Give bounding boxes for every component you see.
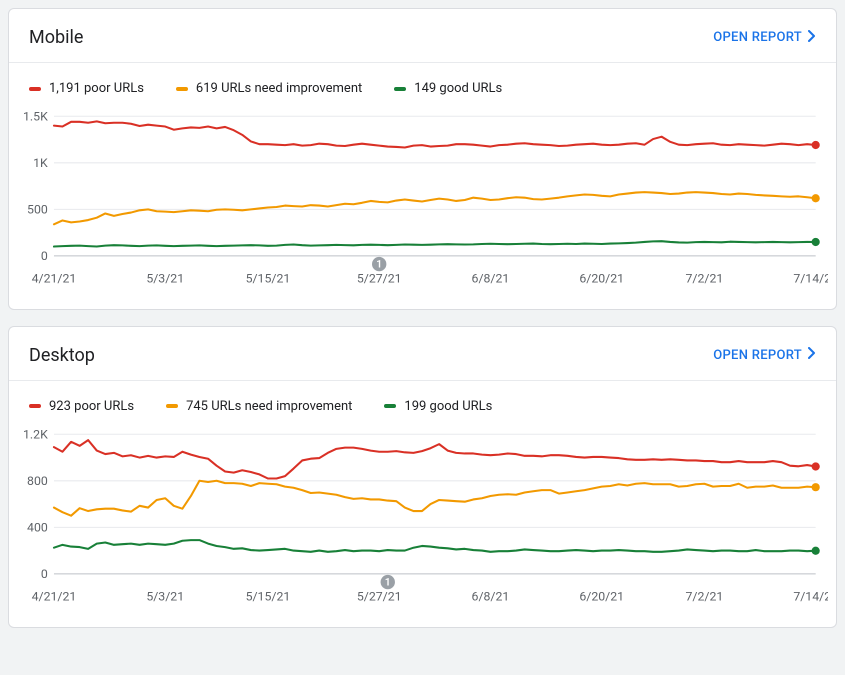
legend-swatch-poor — [29, 404, 41, 408]
y-tick-label: 1.2K — [23, 428, 48, 442]
legend-swatch-good — [384, 404, 396, 408]
open-report-button[interactable]: OPEN REPORT — [713, 347, 816, 363]
card-header: Desktop OPEN REPORT — [9, 327, 836, 380]
x-tick-label: 6/20/21 — [579, 590, 624, 604]
legend-label-good: 199 good URLs — [404, 399, 492, 414]
legend-swatch-poor — [29, 87, 41, 91]
x-tick-label: 6/20/21 — [579, 273, 624, 287]
x-tick-label: 7/14/21 — [793, 273, 828, 287]
y-tick-label: 800 — [27, 475, 48, 489]
y-tick-label: 1.5K — [23, 110, 48, 124]
legend-swatch-need — [166, 404, 178, 408]
legend-swatch-good — [394, 87, 406, 91]
legend: 1,191 poor URLs 619 URLs need improvemen… — [9, 63, 836, 106]
card-title: Mobile — [29, 27, 83, 48]
series-good-URLs — [54, 241, 816, 246]
legend-item-good: 149 good URLs — [394, 81, 502, 96]
legend-item-poor: 923 poor URLs — [29, 399, 134, 414]
y-tick-label: 0 — [41, 250, 48, 264]
card-header: Mobile OPEN REPORT — [9, 9, 836, 62]
chart-wrap: 0 400 800 1.2K 1 4/21/21 5/3/21 5/15/21 5/27/21 6… — [9, 424, 836, 627]
x-tick-label: 7/2/21 — [686, 273, 724, 287]
card-desktop: Desktop OPEN REPORT 923 poor URLs 745 UR… — [8, 326, 837, 628]
legend-swatch-need — [176, 87, 188, 91]
x-tick-label: 5/27/21 — [357, 273, 402, 287]
card-title: Desktop — [29, 345, 95, 366]
series-poor-URLs — [54, 440, 816, 478]
chart-wrap: 0 500 1K 1.5K 1 4/21/21 5/3/21 5/15/21 5/27/21 6/… — [9, 106, 836, 309]
chevron-right-icon — [808, 30, 816, 46]
x-tick-label: 7/14/21 — [793, 590, 828, 604]
x-tick-label: 5/3/21 — [146, 590, 184, 604]
legend-item-need: 745 URLs need improvement — [166, 399, 352, 414]
legend: 923 poor URLs 745 URLs need improvement … — [9, 381, 836, 424]
card-mobile: Mobile OPEN REPORT 1,191 poor URLs 619 U… — [8, 8, 837, 310]
annotation-marker: 1 — [372, 257, 386, 271]
open-report-button[interactable]: OPEN REPORT — [713, 30, 816, 46]
annotation-marker: 1 — [381, 575, 395, 589]
svg-text:1: 1 — [385, 575, 391, 588]
x-tick-label: 4/21/21 — [32, 273, 77, 287]
x-tick-label: 6/8/21 — [472, 590, 510, 604]
open-report-label: OPEN REPORT — [713, 30, 802, 45]
chart-desktop: 0 400 800 1.2K 1 4/21/21 5/3/21 5/15/21 5/27/21 6… — [17, 424, 828, 609]
legend-label-good: 149 good URLs — [414, 81, 502, 96]
x-tick-label: 6/8/21 — [472, 273, 510, 287]
y-tick-label: 400 — [27, 521, 48, 535]
open-report-label: OPEN REPORT — [713, 348, 802, 363]
y-tick-label: 500 — [27, 203, 48, 217]
legend-item-poor: 1,191 poor URLs — [29, 81, 144, 96]
legend-label-need: 619 URLs need improvement — [196, 81, 362, 96]
legend-label-poor: 923 poor URLs — [49, 399, 134, 414]
series-poor-URLs — [54, 121, 816, 147]
x-tick-label: 5/27/21 — [357, 590, 402, 604]
svg-text:1: 1 — [376, 258, 382, 271]
x-tick-label: 7/2/21 — [686, 590, 724, 604]
chevron-right-icon — [808, 347, 816, 363]
chart-mobile: 0 500 1K 1.5K 1 4/21/21 5/3/21 5/15/21 5/27/21 6/… — [17, 106, 828, 291]
series-good-URLs — [54, 540, 816, 552]
series-URLs-need-improvement — [54, 192, 816, 224]
series-URLs-need-improvement — [54, 481, 816, 516]
y-tick-label: 1K — [33, 157, 48, 171]
x-tick-label: 5/3/21 — [146, 273, 184, 287]
legend-label-need: 745 URLs need improvement — [186, 399, 352, 414]
x-tick-label: 5/15/21 — [246, 273, 291, 287]
legend-item-good: 199 good URLs — [384, 399, 492, 414]
x-tick-label: 5/15/21 — [246, 590, 291, 604]
legend-item-need: 619 URLs need improvement — [176, 81, 362, 96]
x-tick-label: 4/21/21 — [32, 590, 77, 604]
legend-label-poor: 1,191 poor URLs — [49, 81, 144, 96]
y-tick-label: 0 — [41, 568, 48, 582]
